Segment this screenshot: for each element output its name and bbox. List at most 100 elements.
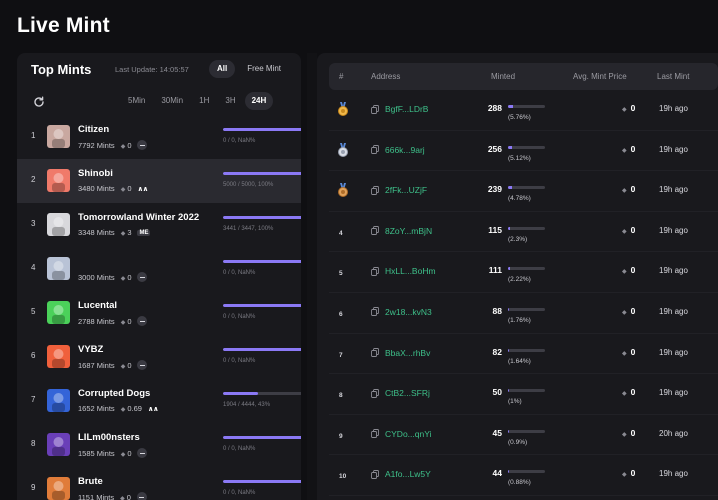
copy-icon[interactable] xyxy=(371,469,379,479)
copy-icon[interactable] xyxy=(371,226,379,236)
tab-30min[interactable]: 30Min xyxy=(154,92,190,110)
mint-row[interactable]: 4 3000 Mints ◆ 0 0 / 0, NaN% xyxy=(17,247,301,291)
mint-rank: 8 xyxy=(31,439,36,448)
diamond-icon: ◆ xyxy=(622,228,627,235)
table-row[interactable]: 4 8ZoY...mBjN 115 (2.3%) ◆ 0 19h ago xyxy=(329,212,718,253)
collection-name[interactable]: Citizen xyxy=(78,124,109,135)
mint-row[interactable]: 5 Lucental 2788 Mints ◆ 0 0 / 0, NaN% xyxy=(17,291,301,335)
collection-name[interactable]: Brute xyxy=(78,476,103,487)
address-link[interactable]: A1fo...Lw5Y xyxy=(371,469,431,479)
mint-meta: 1652 Mints ◆ 0.69 ∧∧ xyxy=(78,404,159,413)
mint-row[interactable]: 6 VYBZ 1687 Mints ◆ 0 0 / 0, NaN% xyxy=(17,335,301,379)
mint-row[interactable]: 1 Citizen 7792 Mints ◆ 0 0 / 0, NaN% xyxy=(17,115,301,159)
diamond-icon: ◆ xyxy=(622,188,627,195)
copy-icon[interactable] xyxy=(371,104,379,114)
collection-name[interactable]: LILm00nsters xyxy=(78,432,140,443)
tab-3h[interactable]: 3H xyxy=(218,92,242,110)
gold-medal-icon xyxy=(338,102,348,116)
marketplace-badge-icon xyxy=(137,448,148,458)
last-mint-time: 19h ago xyxy=(659,388,688,398)
top-mints-header: Top Mints Last Update: 14:05:57 All Free… xyxy=(17,53,301,89)
mint-row[interactable]: 3 Tomorrowland Winter 2022 3348 Mints ◆ 3 ME 3… xyxy=(17,203,301,247)
address-link[interactable]: BbaX...rhBv xyxy=(371,348,430,358)
mint-meta: 3348 Mints ◆ 3 ME xyxy=(78,228,151,237)
refresh-icon[interactable] xyxy=(33,96,45,108)
mint-row[interactable]: 7 Corrupted Dogs 1652 Mints ◆ 0.69 ∧∧ 1904 / 4… xyxy=(17,379,301,423)
copy-icon[interactable] xyxy=(371,388,379,398)
minted-share-percent: (4.78%) xyxy=(508,195,531,203)
table-row[interactable]: 6 2w18...kvN3 88 (1.76%) ◆ 0 19h ago xyxy=(329,293,718,334)
diamond-icon: ◆ xyxy=(622,147,627,154)
mint-count: 1585 Mints xyxy=(78,448,115,458)
copy-icon[interactable] xyxy=(371,185,379,195)
tab-24h[interactable]: 24H xyxy=(244,92,274,110)
copy-icon[interactable] xyxy=(371,266,379,276)
address-link[interactable]: 8ZoY...mBjN xyxy=(371,226,432,236)
time-toolbar: 5Min 30Min 1H 3H 24H xyxy=(17,90,301,114)
mint-progress-bar xyxy=(223,348,301,351)
table-row[interactable]: 8 CtB2...SFRj 50 (1%) ◆ 0 19h ago xyxy=(329,374,718,415)
table-row[interactable]: 10 A1fo...Lw5Y 44 (0.88%) ◆ 0 19h ago xyxy=(329,455,718,496)
mint-count: 3000 Mints xyxy=(78,272,115,282)
magic-eden-logo-icon: ME xyxy=(137,229,151,236)
copy-icon[interactable] xyxy=(371,307,379,317)
collection-thumbnail xyxy=(47,213,70,236)
last-mint-time: 20h ago xyxy=(659,428,688,438)
mint-row[interactable]: 8 LILm00nsters 1585 Mints ◆ 0 0 / 0, NaN% xyxy=(17,423,301,467)
address-link[interactable]: CtB2...SFRj xyxy=(371,388,430,398)
wallet-address: CYDo...qnYi xyxy=(385,428,432,439)
copy-icon[interactable] xyxy=(371,145,379,155)
table-row[interactable]: 5 HxLL...BoHm 111 (2.22%) ◆ 0 19h ago xyxy=(329,252,718,293)
address-link[interactable]: BgfF...LDrB xyxy=(371,104,428,114)
address-link[interactable]: 2fFk...UZjF xyxy=(371,185,427,195)
wallet-address: CtB2...SFRj xyxy=(385,388,430,399)
address-link[interactable]: 666k...9arj xyxy=(371,145,425,155)
minted-share-percent: (1.76%) xyxy=(508,316,531,324)
tab-1h[interactable]: 1H xyxy=(192,92,216,110)
filter-tab-free-mint[interactable]: Free Mint xyxy=(239,60,289,78)
tab-5min[interactable]: 5Min xyxy=(121,92,152,110)
mint-row[interactable]: 9 Brute 1151 Mints ◆ 0 0 / 0, NaN% xyxy=(17,467,301,500)
collection-name[interactable]: Tomorrowland Winter 2022 xyxy=(78,212,199,223)
address-link[interactable]: 2w18...kvN3 xyxy=(371,307,432,317)
marketplace-badge-icon xyxy=(137,360,148,370)
last-update-text: Last Update: 14:05:57 xyxy=(115,65,189,74)
mint-progress-bar xyxy=(223,304,301,307)
copy-icon[interactable] xyxy=(371,429,379,439)
copy-icon[interactable] xyxy=(371,348,379,358)
table-row[interactable]: 9 CYDo...qnYi 45 (0.9%) ◆ 0 20h ago xyxy=(329,415,718,456)
last-mint-time: 19h ago xyxy=(659,306,688,316)
address-link[interactable]: HxLL...BoHm xyxy=(371,266,436,276)
mint-meta: 3480 Mints ◆ 0 ∧∧ xyxy=(78,184,148,193)
mint-meta: 1151 Mints ◆ 0 xyxy=(78,492,147,500)
diamond-icon: ◆ xyxy=(622,391,627,398)
minted-share-bar xyxy=(508,186,545,190)
collection-thumbnail xyxy=(47,125,70,148)
collection-name[interactable]: VYBZ xyxy=(78,344,103,355)
mint-progress-label: 0 / 0, NaN% xyxy=(223,490,256,496)
collection-name[interactable]: Corrupted Dogs xyxy=(78,388,150,399)
mint-rank: 7 xyxy=(31,395,36,404)
last-mint-time: 19h ago xyxy=(659,225,688,235)
table-row[interactable]: 666k...9arj 256 (5.12%) ◆ 0 19h ago xyxy=(329,131,718,172)
avg-mint-price: ◆ 0 xyxy=(622,265,636,276)
diamond-icon: ◆ xyxy=(622,269,627,276)
minted-count: 115 xyxy=(488,224,502,235)
panel-divider-scrollbar[interactable] xyxy=(307,53,317,500)
wallet-address: HxLL...BoHm xyxy=(385,266,436,277)
mint-price: ◆ 0 xyxy=(120,360,132,370)
collection-name[interactable]: Lucental xyxy=(78,300,117,311)
avg-mint-price: ◆ 0 xyxy=(622,427,636,438)
collection-name[interactable]: Shinobi xyxy=(78,168,113,179)
mint-row[interactable]: 2 Shinobi 3480 Mints ◆ 0 ∧∧ 5000 / 5000, 100% xyxy=(17,159,301,203)
table-row[interactable]: 7 BbaX...rhBv 82 (1.64%) ◆ 0 19h ago xyxy=(329,334,718,375)
diamond-icon: ◆ xyxy=(622,350,627,357)
filter-tab-all[interactable]: All xyxy=(209,60,236,78)
row-rank: 10 xyxy=(339,473,347,481)
marketplace-badge-icon xyxy=(137,272,148,282)
address-link[interactable]: CYDo...qnYi xyxy=(371,429,431,439)
wallet-address: BbaX...rhBv xyxy=(385,347,431,358)
col-rank: # xyxy=(339,72,344,81)
table-row[interactable]: 2fFk...UZjF 239 (4.78%) ◆ 0 19h ago xyxy=(329,171,718,212)
table-row[interactable]: BgfF...LDrB 288 (5.76%) ◆ 0 19h ago xyxy=(329,90,718,131)
